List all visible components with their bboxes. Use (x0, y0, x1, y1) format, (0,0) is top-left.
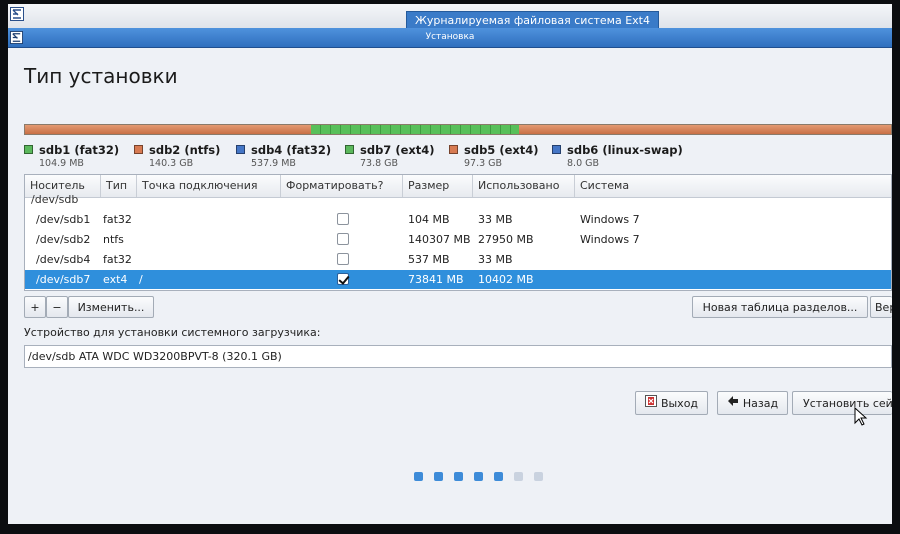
cell-size: 73841 MB (408, 273, 464, 286)
legend-size: 104.9 MB (39, 158, 84, 169)
cell-type: ext4 (103, 273, 128, 286)
new-partition-table-button[interactable]: Новая таблица разделов... (692, 296, 868, 318)
cell-system: Windows 7 (580, 233, 640, 246)
remove-partition-button[interactable]: − (46, 296, 68, 318)
column-header-format[interactable]: Форматировать? (281, 175, 403, 197)
column-header-used[interactable]: Использовано (473, 175, 575, 197)
table-row[interactable]: /dev/sdb1 fat32 104 MB 33 MB Windows 7 (25, 210, 891, 229)
legend-swatch (24, 145, 33, 154)
step-dot (494, 472, 503, 481)
legend-name: sdb1 (fat32) (39, 143, 120, 157)
window-title-bar: Установка (8, 28, 892, 48)
installer-icon[interactable] (10, 7, 24, 21)
table-row[interactable]: /dev/sdb2 ntfs 140307 MB 27950 MB Window… (25, 230, 891, 249)
page-title: Тип установки (24, 64, 178, 88)
change-partition-button[interactable]: Изменить... (68, 296, 154, 318)
cell-device: /dev/sdb2 (36, 233, 91, 246)
legend-size: 97.3 GB (464, 158, 503, 169)
cell-type: fat32 (103, 253, 132, 266)
partition-table[interactable]: Носитель Тип Точка подключения Форматиро… (24, 174, 892, 291)
legend-name: sdb7 (ext4) (360, 143, 435, 157)
legend-swatch (236, 145, 245, 154)
step-dot (474, 472, 483, 481)
legend-name: sdb4 (fat32) (251, 143, 332, 157)
cell-device: /dev/sdb4 (36, 253, 91, 266)
drive-label: /dev/sdb (31, 193, 79, 206)
partition-segment-sdb5 (518, 125, 891, 134)
step-dot (514, 472, 523, 481)
step-dot (414, 472, 423, 481)
column-header-size[interactable]: Размер (403, 175, 473, 197)
format-checkbox[interactable] (337, 253, 349, 265)
cell-size: 537 MB (408, 253, 450, 266)
mouse-cursor-icon (854, 406, 868, 431)
cell-used: 33 MB (478, 253, 513, 266)
step-dot (454, 472, 463, 481)
legend-swatch (345, 145, 354, 154)
step-dot (534, 472, 543, 481)
legend-swatch (449, 145, 458, 154)
column-header-system[interactable]: Система (575, 175, 891, 197)
cell-used: 33 MB (478, 213, 513, 226)
format-checkbox[interactable] (337, 213, 349, 225)
legend-size: 537.9 MB (251, 158, 296, 169)
format-checkbox[interactable] (337, 273, 349, 285)
format-checkbox[interactable] (337, 233, 349, 245)
partition-segment-sdb1 (25, 125, 311, 134)
table-row-selected[interactable]: /dev/sdb7 ext4 / 73841 MB 10402 MB (25, 270, 891, 289)
revert-button[interactable]: Вер (870, 296, 892, 318)
cell-type: fat32 (103, 213, 132, 226)
column-header-mount[interactable]: Точка подключения (137, 175, 281, 197)
quit-button[interactable]: Выход (635, 391, 708, 415)
bootloader-device-select[interactable]: /dev/sdb ATA WDC WD3200BPVT-8 (320.1 GB) (24, 345, 892, 368)
cell-type: ntfs (103, 233, 124, 246)
installer-screen: Журналируемая файловая система Ext4 Уста… (8, 4, 892, 524)
step-dot (434, 472, 443, 481)
cell-used: 27950 MB (478, 233, 534, 246)
legend-name: sdb6 (linux-swap) (567, 143, 683, 157)
cell-system: Windows 7 (580, 213, 640, 226)
outer-title-bar: Журналируемая файловая система Ext4 (8, 4, 892, 30)
cell-device: /dev/sdb7 (36, 273, 91, 286)
column-header-type[interactable]: Тип (101, 175, 137, 197)
cell-mount: / (139, 273, 143, 286)
back-button[interactable]: Назад (717, 391, 788, 415)
partition-bar (24, 124, 892, 135)
legend-swatch (552, 145, 561, 154)
quit-label: Выход (660, 397, 699, 410)
table-row[interactable]: /dev/sdb4 fat32 537 MB 33 MB (25, 250, 891, 269)
add-partition-button[interactable]: + (24, 296, 46, 318)
legend-size: 73.8 GB (360, 158, 399, 169)
cell-size: 140307 MB (408, 233, 471, 246)
cell-device: /dev/sdb1 (36, 213, 91, 226)
install-now-button[interactable]: Установить сейчас (792, 391, 892, 415)
legend-size: 8.0 GB (567, 158, 600, 169)
window-title: Установка (425, 32, 475, 42)
table-header: Носитель Тип Точка подключения Форматиро… (25, 175, 891, 198)
cell-size: 104 MB (408, 213, 450, 226)
legend-name: sdb2 (ntfs) (149, 143, 221, 157)
partition-segment-sdb7 (310, 125, 519, 134)
legend-name: sdb5 (ext4) (464, 143, 539, 157)
legend-size: 140.3 GB (149, 158, 194, 169)
back-label: Назад (742, 397, 779, 410)
quit-icon (644, 392, 657, 414)
cell-used: 10402 MB (478, 273, 534, 286)
arrow-left-icon (727, 392, 739, 414)
bootloader-label: Устройство для установки системного загр… (24, 326, 321, 339)
legend-swatch (134, 145, 143, 154)
